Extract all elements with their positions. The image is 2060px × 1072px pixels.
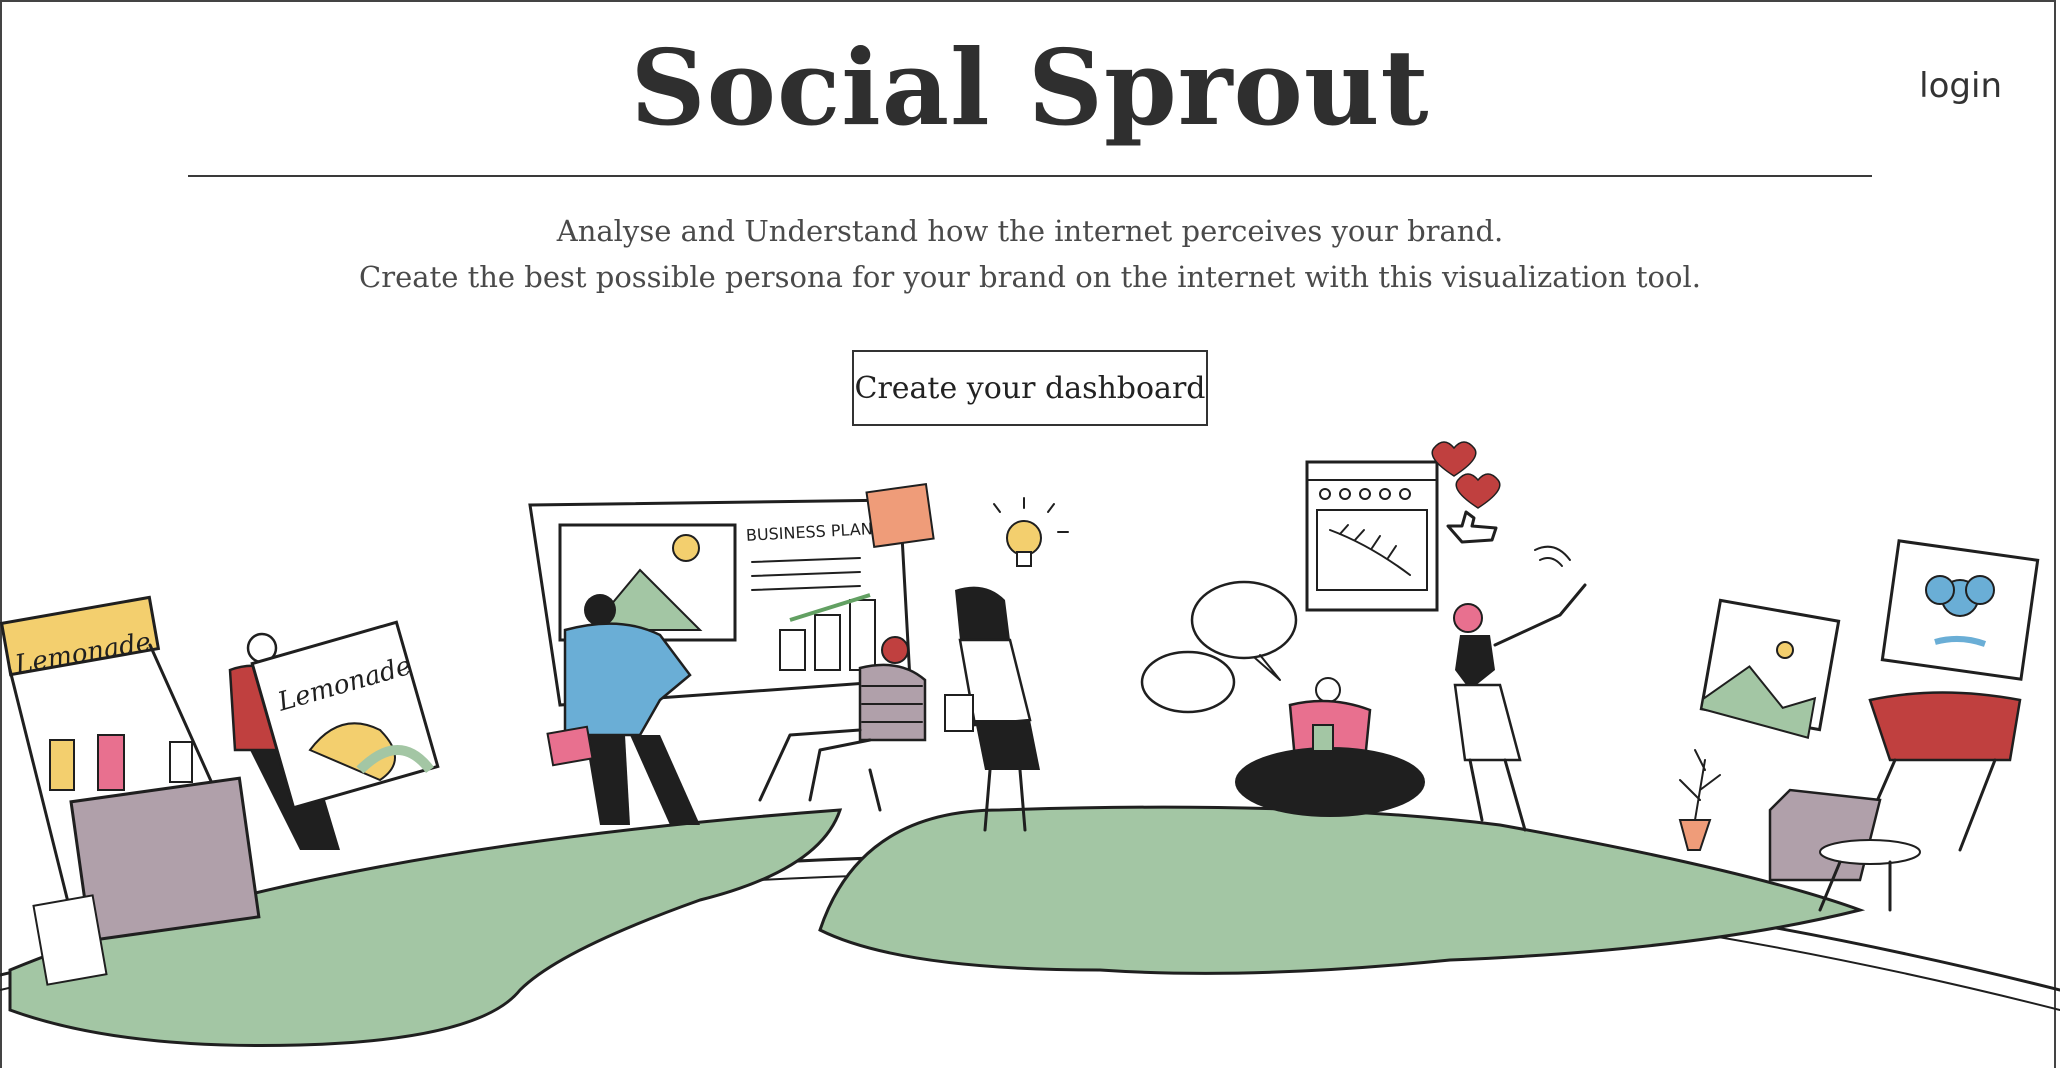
social-feed-screen — [1305, 460, 1439, 612]
person-selfie — [1453, 545, 1587, 832]
like-reactions — [1431, 441, 1501, 544]
tagline-line-2: Create the best possible persona for you… — [359, 260, 1701, 294]
site-title: Social Sprout — [630, 26, 1430, 149]
tagline-line-1: Analyse and Understand how the internet … — [556, 214, 1504, 248]
header-divider — [188, 175, 1872, 177]
potted-plant — [1678, 749, 1721, 851]
create-dashboard-button[interactable]: Create your dashboard — [852, 350, 1208, 426]
landscape-picture — [1699, 598, 1841, 739]
person-standing-woman — [944, 586, 1040, 832]
lightbulb-icon — [993, 497, 1069, 567]
login-link[interactable]: login — [1919, 66, 2002, 106]
person-sitting-phone — [1235, 677, 1425, 817]
speech-bubbles — [1140, 580, 1298, 714]
hero-illustration: Lemonade Lemonade BUSINESS PLAN — [0, 430, 2060, 1072]
